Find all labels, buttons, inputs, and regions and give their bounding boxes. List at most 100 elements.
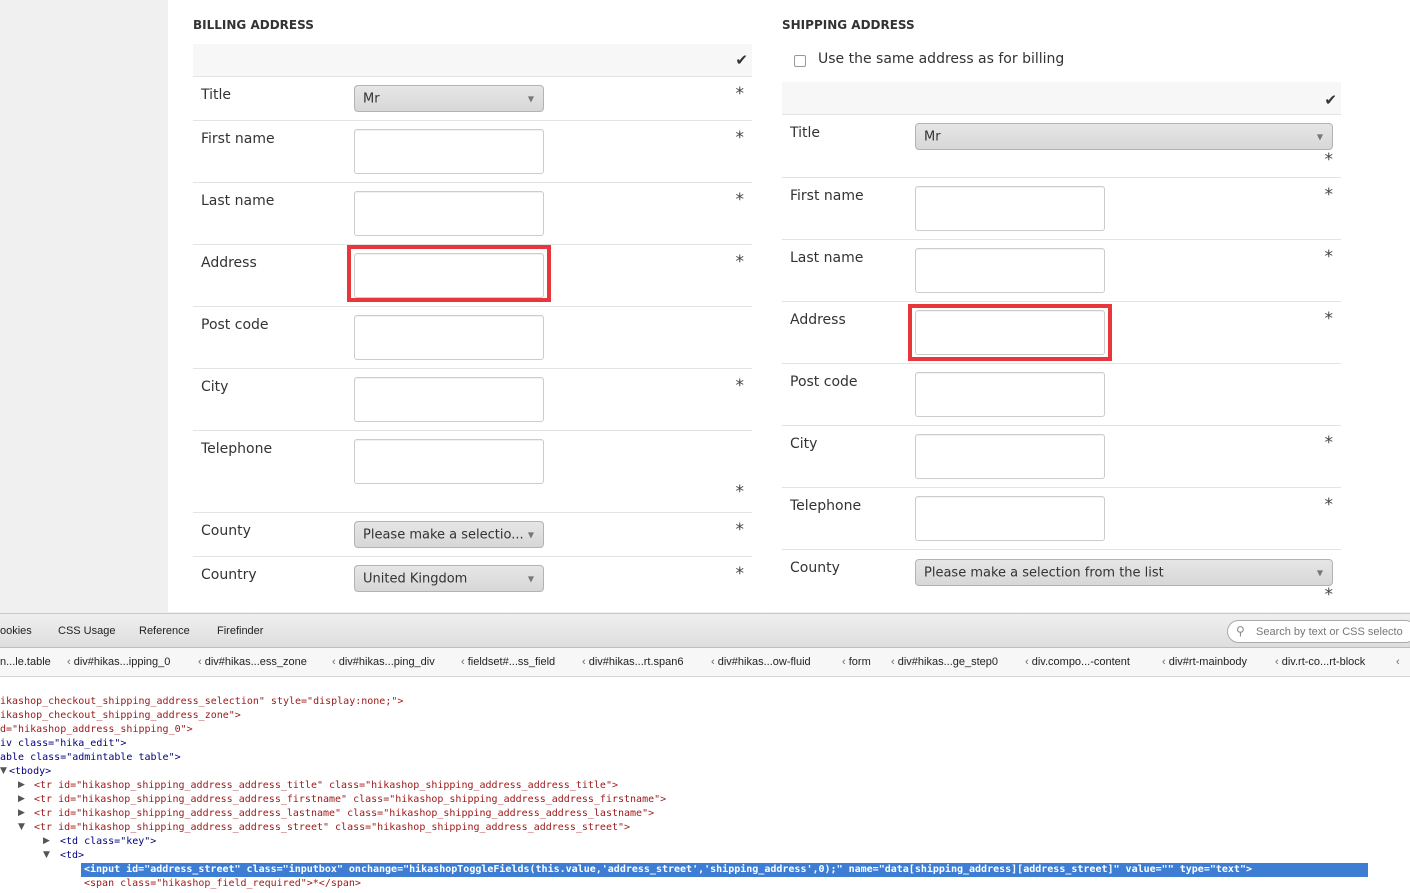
- code-line[interactable]: <span class="hikashop_field_required">*<…: [84, 877, 361, 891]
- required-marker: *: [735, 252, 745, 272]
- breadcrumb-item[interactable]: n...le.table: [0, 656, 51, 668]
- required-marker: *: [735, 482, 745, 502]
- shipping-table-header: ✔: [782, 82, 1341, 115]
- code-line[interactable]: ikashop_checkout_shipping_address_zone">: [0, 709, 241, 723]
- select-value: Please make a selectio...: [363, 527, 524, 542]
- required-marker: *: [1324, 433, 1334, 453]
- breadcrumb-label: div#hikas...ow-fluid: [717, 656, 811, 668]
- shipping-firstname-input[interactable]: [915, 186, 1105, 231]
- field-label: City: [790, 436, 818, 452]
- breadcrumb-item[interactable]: ‹ div#rt-mainbody: [1162, 656, 1247, 668]
- field-label: County: [790, 560, 840, 576]
- required-marker: *: [735, 376, 745, 396]
- billing-row-address: Address *: [193, 245, 752, 307]
- code-line[interactable]: <td>: [60, 849, 84, 863]
- expand-triangle-icon[interactable]: ▶: [18, 808, 25, 818]
- breadcrumb-item[interactable]: ‹ div#hikas...ge_step0: [891, 656, 998, 668]
- breadcrumb-item[interactable]: ‹ div#hikas...ess_zone: [198, 656, 307, 668]
- field-label: Telephone: [790, 498, 862, 514]
- shipping-title-select[interactable]: Mr ▼: [915, 123, 1333, 150]
- billing-country-select[interactable]: United Kingdom ▼: [354, 565, 544, 592]
- highlight-box: [908, 304, 1112, 361]
- shipping-county-select[interactable]: Please make a selection from the list ▼: [915, 559, 1333, 586]
- same-as-billing-checkbox[interactable]: [794, 55, 806, 67]
- chevron-left-icon: ‹: [1162, 656, 1169, 668]
- billing-postcode-input[interactable]: [354, 315, 544, 360]
- collapse-triangle-icon[interactable]: ▼: [0, 766, 7, 776]
- billing-county-select[interactable]: Please make a selectio... ▼: [354, 521, 544, 548]
- billing-firstname-input[interactable]: [354, 129, 544, 174]
- breadcrumb-label: div#hikas...rt.span6: [588, 656, 684, 668]
- code-line[interactable]: d="hikashop_address_shipping_0">: [0, 723, 193, 737]
- collapse-triangle-icon[interactable]: ▼: [43, 850, 50, 860]
- field-label: Post code: [201, 317, 269, 333]
- field-label: Address: [790, 312, 846, 328]
- breadcrumb-item[interactable]: ‹ div.rt-co...rt-block: [1275, 656, 1365, 668]
- breadcrumb-label: div#hikas...ipping_0: [73, 656, 171, 668]
- check-icon: ✔: [1324, 91, 1337, 109]
- breadcrumb-item[interactable]: ‹ div#hikas...ipping_0: [67, 656, 170, 668]
- devtools-panel: ookies CSS Usage Reference Firefinder ⚲ …: [0, 613, 1410, 893]
- billing-row-firstname: First name *: [193, 121, 752, 183]
- code-line[interactable]: <tr id="hikashop_shipping_address_addres…: [34, 779, 618, 793]
- code-line[interactable]: ikashop_checkout_shipping_address_select…: [0, 695, 403, 709]
- shipping-row-lastname: Last name *: [782, 240, 1341, 302]
- chevron-left-icon: ‹: [332, 656, 339, 668]
- tab-cookies[interactable]: ookies: [0, 625, 32, 637]
- expand-triangle-icon[interactable]: ▶: [18, 794, 25, 804]
- code-line[interactable]: <td class="key">: [60, 835, 156, 849]
- chevron-left-icon[interactable]: ‹: [1396, 656, 1400, 668]
- billing-title-select[interactable]: Mr ▼: [354, 85, 544, 112]
- code-line[interactable]: <tr id="hikashop_shipping_address_addres…: [34, 793, 666, 807]
- billing-lastname-input[interactable]: [354, 191, 544, 236]
- field-label: Title: [201, 87, 232, 103]
- breadcrumb-item[interactable]: ‹ div#hikas...ping_div: [332, 656, 435, 668]
- tab-css-usage[interactable]: CSS Usage: [58, 625, 115, 637]
- code-line[interactable]: <tbody>: [9, 765, 51, 779]
- selected-code-line[interactable]: <input id="address_street" class="inputb…: [81, 863, 1368, 877]
- breadcrumb-item[interactable]: ‹ div.compo...-content: [1025, 656, 1130, 668]
- shipping-postcode-input[interactable]: [915, 372, 1105, 417]
- code-line[interactable]: <tr id="hikashop_shipping_address_addres…: [34, 807, 654, 821]
- chevron-down-icon: ▼: [527, 530, 534, 539]
- required-marker: *: [1324, 309, 1334, 329]
- chevron-down-icon: ▼: [527, 574, 534, 583]
- shipping-heading: SHIPPING ADDRESS: [782, 18, 915, 32]
- collapse-triangle-icon[interactable]: ▼: [18, 822, 25, 832]
- expand-triangle-icon[interactable]: ▶: [43, 836, 50, 846]
- shipping-lastname-input[interactable]: [915, 248, 1105, 293]
- billing-city-input[interactable]: [354, 377, 544, 422]
- billing-table-header: ✔: [193, 44, 752, 77]
- billing-telephone-input[interactable]: [354, 439, 544, 484]
- shipping-row-county: County Please make a selection from the …: [782, 550, 1341, 612]
- field-label: Last name: [201, 193, 275, 209]
- required-marker: *: [1324, 150, 1334, 170]
- breadcrumb-item[interactable]: ‹ div#hikas...rt.span6: [582, 656, 684, 668]
- code-line[interactable]: iv class="hika_edit">: [0, 737, 126, 751]
- billing-row-title: Title Mr ▼ *: [193, 77, 752, 121]
- tab-reference[interactable]: Reference: [139, 625, 190, 637]
- breadcrumb-item[interactable]: ‹ div#hikas...ow-fluid: [711, 656, 811, 668]
- field-label: Country: [201, 567, 257, 583]
- chevron-left-icon: ‹: [842, 656, 849, 668]
- same-as-billing-label[interactable]: Use the same address as for billing: [818, 51, 1064, 67]
- shipping-telephone-input[interactable]: [915, 496, 1105, 541]
- breadcrumb-item[interactable]: ‹ fieldset#...ss_field: [461, 656, 555, 668]
- tab-firefinder[interactable]: Firefinder: [217, 625, 263, 637]
- field-label: First name: [201, 131, 275, 147]
- billing-row-telephone: Telephone *: [193, 431, 752, 513]
- shipping-city-input[interactable]: [915, 434, 1105, 479]
- field-label: City: [201, 379, 229, 395]
- select-value: Mr: [363, 91, 380, 106]
- required-marker: *: [735, 564, 745, 584]
- code-line[interactable]: able class="admintable table">: [0, 751, 181, 765]
- chevron-left-icon: ‹: [67, 656, 74, 668]
- select-value: United Kingdom: [363, 571, 468, 586]
- code-line[interactable]: <tr id="hikashop_shipping_address_addres…: [34, 821, 630, 835]
- billing-row-lastname: Last name *: [193, 183, 752, 245]
- expand-triangle-icon[interactable]: ▶: [18, 780, 25, 790]
- breadcrumb-item[interactable]: ‹ form: [842, 656, 871, 668]
- billing-row-city: City *: [193, 369, 752, 431]
- search-input[interactable]: ⚲ Search by text or CSS selecto: [1227, 620, 1410, 643]
- check-icon: ✔: [735, 51, 748, 69]
